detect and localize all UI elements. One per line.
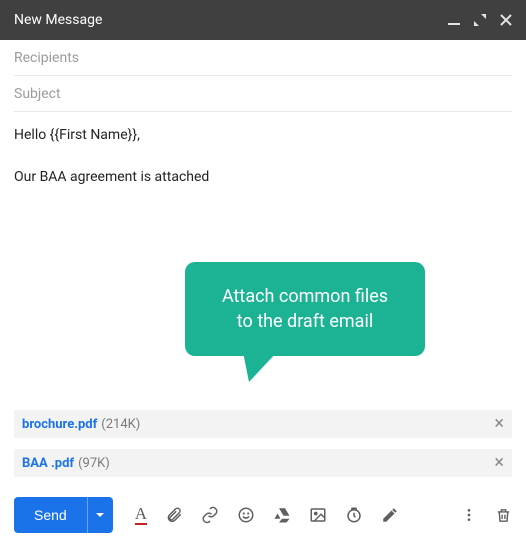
subject-field[interactable]: Subject (14, 76, 512, 112)
send-options-button[interactable] (87, 497, 113, 533)
discard-draft-icon[interactable] (495, 507, 512, 524)
confidential-mode-icon[interactable] (345, 506, 363, 524)
formatting-tools: A (135, 505, 399, 525)
compose-toolbar: Send A (0, 488, 526, 542)
insert-emoji-icon[interactable] (237, 506, 255, 524)
minimize-icon[interactable] (448, 14, 460, 26)
message-body[interactable]: Hello {{First Name}}, Our BAA agreement … (0, 112, 526, 406)
fullscreen-icon[interactable] (474, 14, 486, 26)
callout-text: Attach common files (211, 284, 399, 309)
titlebar: New Message (0, 0, 526, 40)
remove-attachment-icon[interactable]: × (494, 415, 504, 433)
remove-attachment-icon[interactable]: × (494, 454, 504, 472)
attachment-chip[interactable]: BAA .pdf (97K) × (14, 449, 512, 477)
more-options-icon[interactable] (461, 507, 477, 523)
attachments-list: brochure.pdf (214K) × BAA .pdf (97K) × (0, 410, 526, 488)
attachment-size: (214K) (101, 417, 140, 432)
toolbar-right (461, 507, 512, 524)
insert-link-icon[interactable] (201, 506, 219, 524)
attach-file-icon[interactable] (165, 506, 183, 524)
send-button-group: Send (14, 497, 113, 533)
body-line: Hello {{First Name}}, (14, 126, 512, 146)
attachment-filename: BAA .pdf (22, 456, 74, 471)
insert-signature-icon[interactable] (381, 506, 399, 524)
attachment-chip[interactable]: brochure.pdf (214K) × (14, 410, 512, 438)
annotation-callout: Attach common files to the draft email (185, 262, 425, 356)
insert-drive-icon[interactable] (273, 506, 291, 524)
formatting-icon[interactable]: A (135, 505, 147, 525)
send-button[interactable]: Send (14, 497, 87, 533)
attachment-size: (97K) (78, 456, 110, 471)
window-controls (448, 14, 512, 26)
attachment-filename: brochure.pdf (22, 417, 97, 432)
window-title: New Message (14, 12, 448, 28)
body-line: Our BAA agreement is attached (14, 168, 512, 188)
recipients-field[interactable]: Recipients (14, 40, 512, 76)
header-fields: Recipients Subject (0, 40, 526, 112)
insert-photo-icon[interactable] (309, 506, 327, 524)
callout-text: to the draft email (211, 309, 399, 334)
compose-window: New Message Recipients Subject Hello {{F… (0, 0, 526, 542)
close-icon[interactable] (500, 14, 512, 26)
